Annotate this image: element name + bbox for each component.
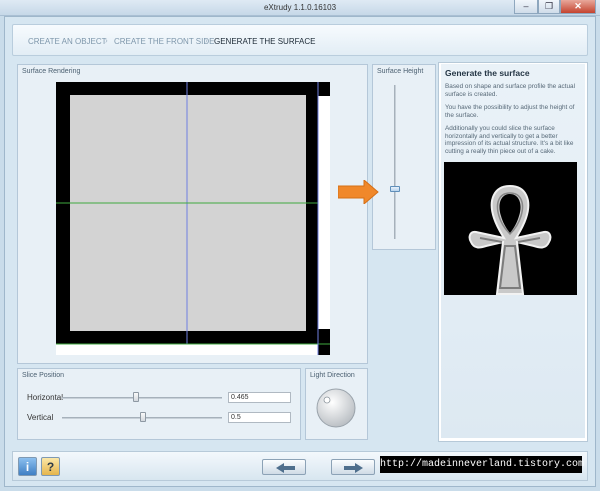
surface-height-panel: Surface Height xyxy=(372,64,436,250)
close-button[interactable]: ✕ xyxy=(560,0,596,14)
surface-edge-bottom-right xyxy=(318,329,330,355)
breadcrumb-separator: › xyxy=(205,36,208,45)
close-icon: ✕ xyxy=(574,1,582,11)
breadcrumb: CREATE AN OBJECT › CREATE THE FRONT SIDE… xyxy=(12,24,588,56)
light-direction-knob[interactable] xyxy=(315,387,357,429)
help-button[interactable]: ? xyxy=(41,457,60,476)
slice-position-title: Slice Position xyxy=(22,372,65,379)
info-button[interactable]: i xyxy=(18,457,37,476)
minimize-icon: – xyxy=(523,1,529,11)
surface-height-slider-track[interactable] xyxy=(394,85,396,239)
vertical-slider-thumb[interactable] xyxy=(140,412,146,422)
slice-position-panel: Slice Position xyxy=(17,368,301,440)
info-panel: Generate the surface Based on shape and … xyxy=(441,64,585,438)
help-icon: ? xyxy=(46,460,55,474)
breadcrumb-separator: › xyxy=(105,36,108,45)
info-paragraph-2: You have the possibility to adjust the h… xyxy=(445,104,575,119)
maximize-button[interactable]: ❐ xyxy=(538,0,560,14)
ankh-preview-image xyxy=(468,184,552,295)
breadcrumb-step-generate-surface[interactable]: GENERATE THE SURFACE xyxy=(214,37,316,46)
surface-render-canvas[interactable] xyxy=(56,82,330,355)
watermark-text: http://madeinneverland.tistory.com xyxy=(380,456,584,473)
surface-height-title: Surface Height xyxy=(377,68,424,75)
window-title: eXtrudy 1.1.0.16103 xyxy=(263,3,337,12)
breadcrumb-step-front-side[interactable]: CREATE THE FRONT SIDE xyxy=(114,37,214,46)
surface-plane xyxy=(70,95,306,331)
next-button[interactable] xyxy=(331,459,375,475)
restore-icon: ❐ xyxy=(544,1,554,11)
rendering-viewport[interactable] xyxy=(56,82,330,355)
horizontal-slider-thumb[interactable] xyxy=(133,392,139,402)
horizontal-label: Horizontal xyxy=(27,393,64,402)
surface-rendering-title: Surface Rendering xyxy=(22,68,81,75)
title-bar: eXtrudy 1.1.0.16103 xyxy=(0,0,600,16)
breadcrumb-step-create-object[interactable]: CREATE AN OBJECT xyxy=(28,37,107,46)
preview-image xyxy=(444,162,577,295)
minimize-button[interactable]: – xyxy=(514,0,538,14)
light-direction-handle[interactable] xyxy=(323,396,331,404)
horizontal-value-field[interactable]: 0.465 xyxy=(228,392,291,403)
info-icon: i xyxy=(25,460,30,474)
light-direction-title: Light Direction xyxy=(310,372,355,379)
info-heading: Generate the surface xyxy=(445,68,530,78)
horizontal-slider-track[interactable] xyxy=(62,397,222,399)
info-paragraph-3: Additionally you could slice the surface… xyxy=(445,125,574,155)
back-button[interactable] xyxy=(262,459,306,475)
arrow-left-icon xyxy=(276,463,295,473)
surface-height-slider-thumb[interactable] xyxy=(390,186,400,192)
arrow-right-icon xyxy=(344,463,363,473)
arrow-pointer-icon xyxy=(338,180,379,204)
vertical-value-field[interactable]: 0.5 xyxy=(228,412,291,423)
info-paragraph-1: Based on shape and surface profile the a… xyxy=(445,83,576,98)
vertical-label: Vertical xyxy=(27,413,54,422)
surface-edge-top-right xyxy=(318,82,330,96)
